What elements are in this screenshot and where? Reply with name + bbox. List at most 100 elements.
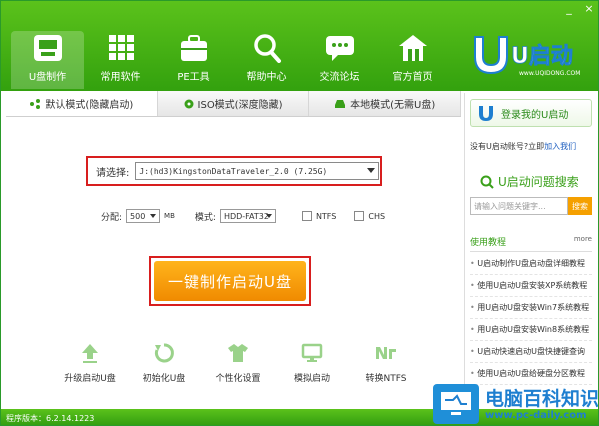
nav-label: 常用软件 [100,72,141,83]
tutorial-list: U启动制作U盘启动盘详细教程 使用U启动U盘安装XP系统教程 用U启动U盘安装W… [470,253,592,385]
tool-label: 模拟启动 [293,374,330,384]
version-text: 程序版本：6.2.14.1223 [6,413,95,423]
apps-grid-icon [108,35,134,60]
nav-home[interactable]: 官方首页 [376,31,449,89]
nav-pe-tools[interactable]: PE工具 [157,31,230,89]
tab-label: 本地模式(无需U盘) [350,100,436,111]
chs-checkbox[interactable] [354,211,365,221]
app-window: _ × U盘制作 常用软件 PE工具 帮助中心 交流论坛 官方首页 U启动 ww… [0,0,599,426]
login-button[interactable]: 登录我的U启动 [470,99,592,127]
close-button[interactable]: × [582,3,596,15]
brand-logo: U启动 www.UQIDONG.COM [471,33,591,79]
disc-icon [184,99,194,108]
register-text: 没有U启动账号?立即 [470,142,545,151]
mode-label: 模式: [194,212,216,223]
tool-label: 升级启动U盘 [64,374,116,384]
nav-software[interactable]: 常用软件 [84,31,157,89]
tutorial-link[interactable]: 用U启动U盘安装Win7系统教程 [470,297,592,319]
main-nav: U盘制作 常用软件 PE工具 帮助中心 交流论坛 官方首页 [11,31,449,89]
register-line: 没有U启动账号?立即加入我们 [470,141,576,152]
search-button[interactable]: 搜索 [568,197,592,215]
u-logo-icon [479,106,493,121]
tool-row: 升级启动U盘 初始化U盘 个性化设置 模拟启动 转换NTFS [53,341,423,384]
minimize-button[interactable]: _ [562,3,576,15]
question-title-label: U启动问题搜索 [498,175,579,189]
register-link[interactable]: 加入我们 [544,142,576,151]
tool-customize[interactable]: 个性化设置 [201,341,275,384]
nav-label: U盘制作 [28,72,67,83]
tool-simulate[interactable]: 模拟启动 [275,341,349,384]
alloc-dropdown[interactable]: 500 [126,209,161,223]
tutorial-link[interactable]: U启动制作U盘启动盘详细教程 [470,253,592,275]
nav-forum[interactable]: 交流论坛 [303,31,376,89]
alloc-unit: MB [164,212,175,220]
chevron-down-icon [367,168,376,173]
tool-convert-ntfs[interactable]: 转换NTFS [349,341,423,384]
tab-iso-mode[interactable]: ISO模式(深度隐藏) [158,91,310,116]
mode-value: HDD-FAT32 [223,211,269,221]
question-search: 请输入问题关键字... 搜索 [470,197,592,215]
monitor-icon [301,343,323,362]
svg-text:U启动: U启动 [511,43,573,69]
tool-label: 个性化设置 [215,374,261,384]
chevron-down-icon [150,214,157,218]
mode-dropdown[interactable]: HDD-FAT32 [219,209,276,223]
tutorial-link[interactable]: U启动快速启动U盘快捷键查询 [470,341,592,363]
window-controls: _ × [562,3,596,15]
svg-text:www.UQIDONG.COM: www.UQIDONG.COM [519,70,580,77]
nav-label: 交流论坛 [319,72,360,83]
mode-tabs: 默认模式(隐藏启动) ISO模式(深度隐藏) 本地模式(无需U盘) [6,91,462,117]
upgrade-icon [82,344,98,363]
tool-label: 转换NTFS [365,374,407,384]
chat-icon [325,36,354,61]
alloc-value: 500 [130,211,146,221]
tutorial-link[interactable]: 用U启动U盘安装Win8系统教程 [470,319,592,341]
tool-label: 初始化U盘 [142,374,186,384]
more-link[interactable]: more [574,235,592,248]
device-value: J:(hd3)KingstonDataTraveler_2.0 (7.25G) [139,166,328,176]
monitor-icon [433,384,479,424]
nav-usb-make[interactable]: U盘制作 [11,31,84,89]
nav-label: 官方首页 [392,72,433,83]
share-icon [30,98,41,109]
search-icon [253,34,281,63]
tab-default-mode[interactable]: 默认模式(隐藏启动) [6,91,158,116]
ntfs-label: NTFS [315,211,337,221]
question-search-title: U启动问题搜索 [480,173,579,190]
tutorial-header: 使用教程 more [470,235,592,252]
nav-label: 帮助中心 [246,72,287,83]
device-select-box: 请选择: J:(hd3)KingstonDataTraveler_2.0 (7.… [86,156,382,186]
login-label: 登录我的U启动 [501,109,569,121]
usb-icon [33,35,62,61]
nav-help[interactable]: 帮助中心 [230,31,303,89]
home-icon [398,35,427,61]
ntfs-checkbox[interactable] [301,211,312,221]
toolbox-icon [180,35,207,61]
refresh-icon [154,343,174,363]
watermark-title: 电脑百科知识 [485,387,599,410]
make-button-highlight: 一键制作启动U盘 [149,256,311,306]
watermark: 电脑百科知识 www.pc-daily.com [433,381,599,425]
tutorial-link[interactable]: 使用U启动U盘安装XP系统教程 [470,275,592,297]
drive-icon [335,99,346,108]
tab-local-mode[interactable]: 本地模式(无需U盘) [309,91,462,116]
tool-initialize[interactable]: 初始化U盘 [127,341,201,384]
ntfs-icon [376,347,396,359]
title-bar: _ × U盘制作 常用软件 PE工具 帮助中心 交流论坛 官方首页 U启动 ww… [1,1,598,91]
options-row: 分配: 500 MB 模式: HDD-FAT32 NTFS CHS [101,209,385,223]
tool-upgrade[interactable]: 升级启动U盘 [53,341,127,384]
watermark-url: www.pc-daily.com [485,409,587,421]
make-bootable-usb-button[interactable]: 一键制作启动U盘 [154,261,306,301]
device-label: 请选择: [96,167,130,179]
tab-label: ISO模式(深度隐藏) [197,100,283,111]
device-dropdown[interactable]: J:(hd3)KingstonDataTraveler_2.0 (7.25G) [135,162,380,180]
alloc-label: 分配: [101,212,123,223]
chevron-down-icon [265,214,272,218]
shirt-icon [228,344,248,362]
nav-label: PE工具 [177,72,210,83]
search-icon [480,175,494,189]
chs-label: CHS [368,211,386,221]
sidebar: 登录我的U启动 没有U启动账号?立即加入我们 U启动问题搜索 请输入问题关键字.… [464,93,597,409]
tab-label: 默认模式(隐藏启动) [45,100,134,111]
search-input[interactable]: 请输入问题关键字... [470,197,568,215]
